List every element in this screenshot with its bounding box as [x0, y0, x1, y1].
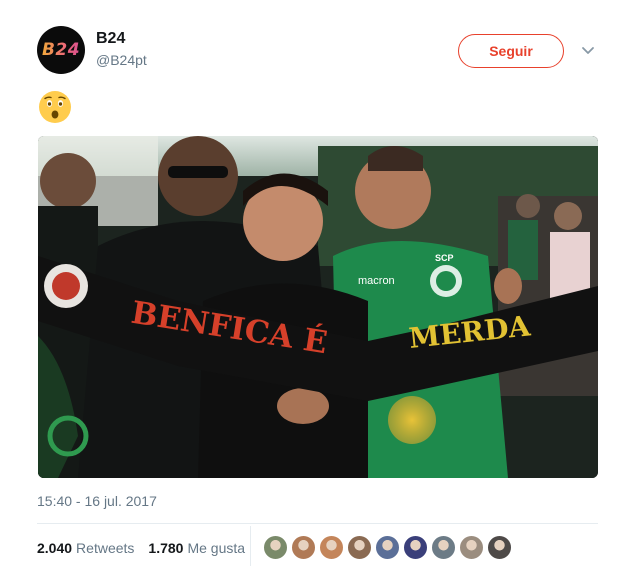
likes-count: 1.780	[148, 540, 184, 556]
photo-image: macron SCP BENFICA É MERDA	[38, 136, 598, 478]
divider	[37, 523, 598, 524]
liker-avatar-3[interactable]	[319, 535, 344, 560]
liker-avatar-9[interactable]	[487, 535, 512, 560]
liker-avatars	[263, 535, 515, 560]
liker-avatar-8[interactable]	[459, 535, 484, 560]
hushed-face-emoji	[39, 91, 71, 123]
crest-text: SCP	[435, 253, 454, 263]
liker-avatar-5[interactable]	[375, 535, 400, 560]
retweets-stat[interactable]: 2.040 Retweets	[37, 540, 134, 556]
retweets-label: Retweets	[76, 540, 135, 556]
likes-label: Me gusta	[187, 540, 246, 556]
tweet-stats: 2.040 Retweets 1.780 Me gusta	[37, 540, 245, 556]
tweet-timestamp[interactable]: 15:40 - 16 jul. 2017	[37, 493, 157, 509]
liker-avatar-4[interactable]	[347, 535, 372, 560]
liker-avatar-7[interactable]	[431, 535, 456, 560]
stats-separator	[250, 526, 251, 566]
liker-avatar-2[interactable]	[291, 535, 316, 560]
account-handle[interactable]: @B24pt	[96, 52, 147, 68]
likes-stat[interactable]: 1.780 Me gusta	[148, 540, 245, 556]
avatar-logo-text: B24	[41, 40, 81, 60]
tweet-photo[interactable]: macron SCP BENFICA É MERDA	[38, 136, 598, 478]
liker-avatar-6[interactable]	[403, 535, 428, 560]
follow-button[interactable]: Seguir	[458, 34, 564, 68]
account-name[interactable]: B24	[96, 30, 125, 48]
account-avatar[interactable]: B24	[37, 26, 85, 74]
chevron-down-icon[interactable]	[580, 42, 596, 58]
shirt-brand-text: macron	[358, 275, 395, 287]
retweets-count: 2.040	[37, 540, 73, 556]
liker-avatar-1[interactable]	[263, 535, 288, 560]
